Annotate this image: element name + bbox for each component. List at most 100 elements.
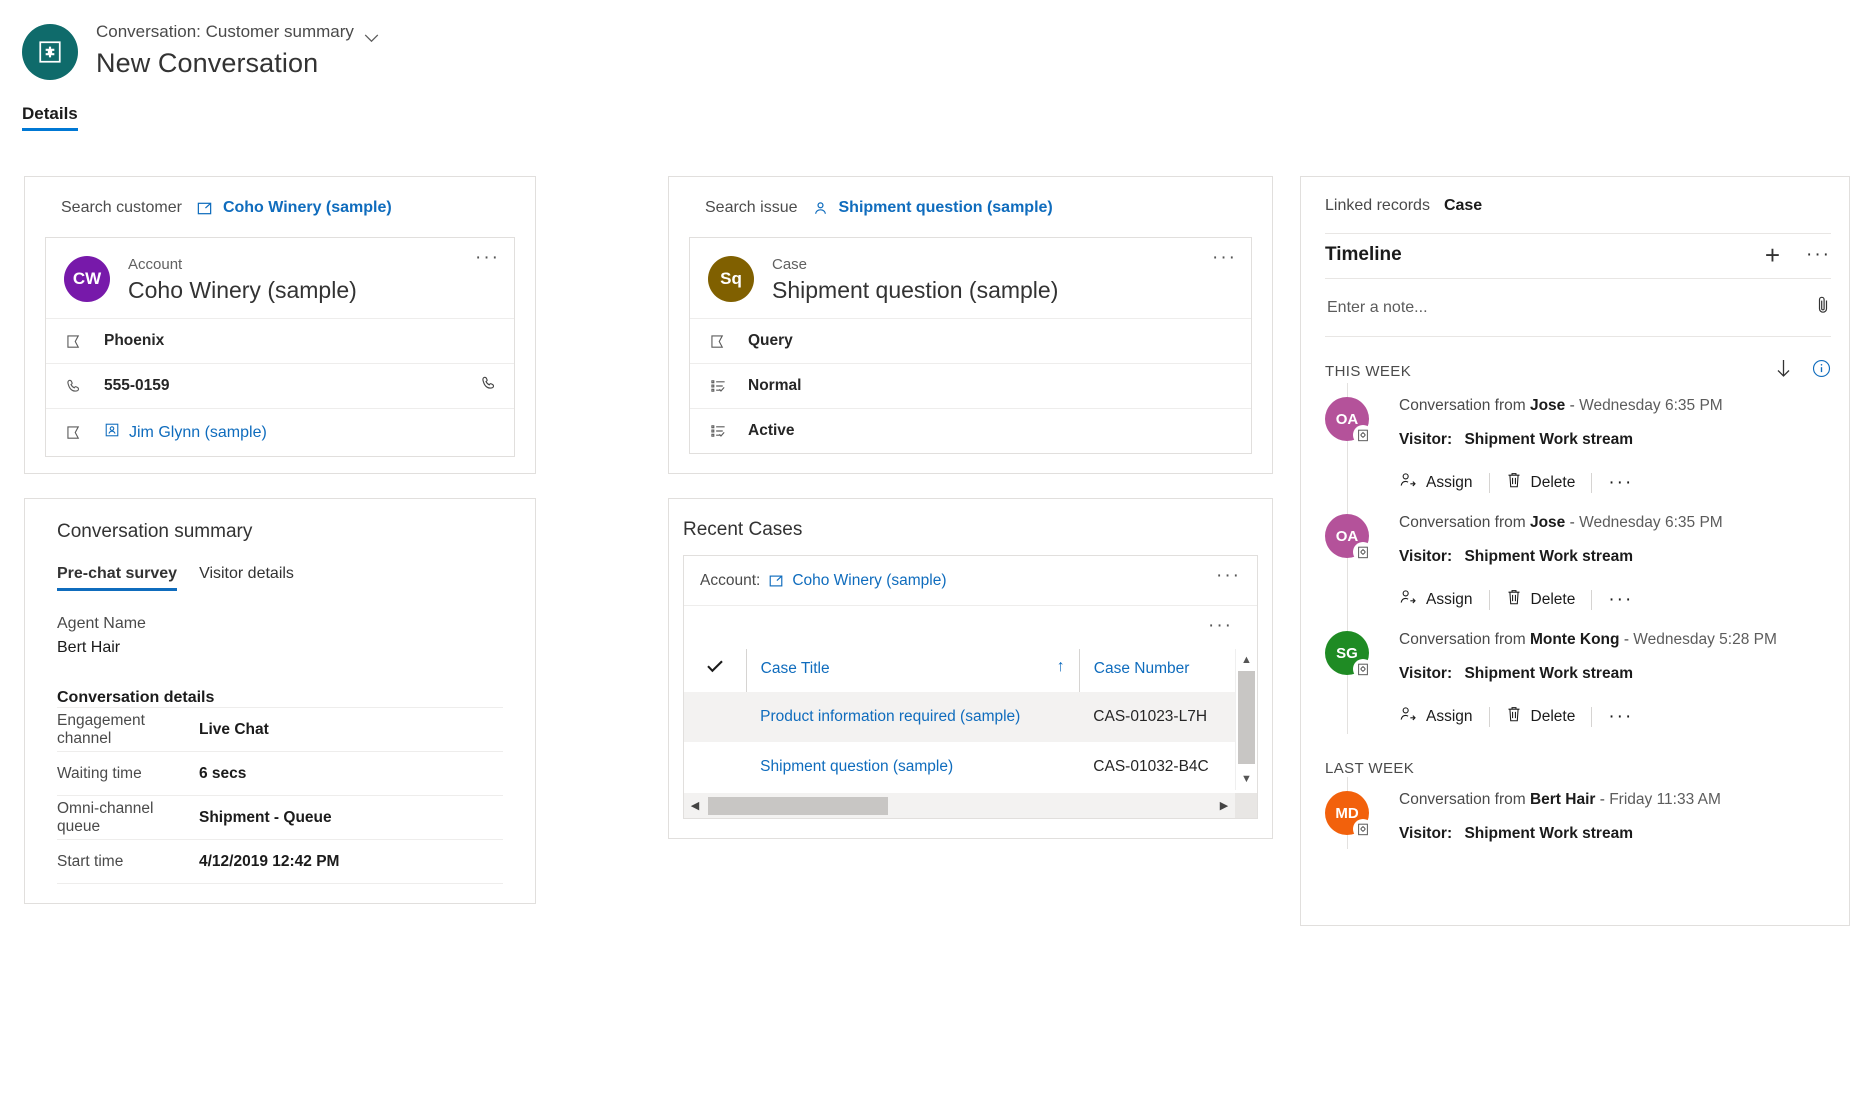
column-right: Linked records Case Timeline + ··· bbox=[1300, 176, 1850, 926]
select-all-checkbox[interactable] bbox=[684, 649, 746, 692]
case-entity-header: Sq Case Shipment question (sample) ··· bbox=[690, 238, 1251, 318]
trash-icon bbox=[1506, 588, 1522, 611]
search-customer-row[interactable]: Search customer Coho Winery (sample) bbox=[25, 177, 535, 237]
entity-name-label: Shipment question (sample) bbox=[772, 277, 1058, 304]
info-icon[interactable] bbox=[1812, 359, 1831, 383]
vertical-scroll-thumb[interactable] bbox=[1238, 671, 1255, 764]
case-title-link[interactable]: Product information required (sample) bbox=[760, 708, 1020, 725]
chevron-up-icon[interactable]: ▲ bbox=[1236, 649, 1257, 671]
chevron-left-icon[interactable]: ◀ bbox=[684, 799, 706, 812]
case-overflow-button[interactable]: ··· bbox=[1212, 252, 1237, 264]
paperclip-icon[interactable] bbox=[1815, 295, 1831, 320]
detail-key: Omni-channel queue bbox=[57, 800, 199, 836]
assign-button[interactable]: Assign bbox=[1399, 705, 1473, 728]
action-separator bbox=[1591, 590, 1592, 610]
tab-visitor-details[interactable]: Visitor details bbox=[199, 565, 294, 591]
breadcrumb[interactable]: Conversation: Customer summary bbox=[96, 22, 379, 42]
timeline-overflow-button[interactable]: ··· bbox=[1806, 250, 1831, 260]
timeline-item-actions: Assign Delete bbox=[1399, 705, 1849, 728]
detail-key: Start time bbox=[57, 853, 199, 871]
timeline-item-overflow-button[interactable]: ··· bbox=[1608, 712, 1633, 722]
timeline-author: Bert Hair bbox=[1530, 791, 1595, 808]
assign-button[interactable]: Assign bbox=[1399, 471, 1473, 494]
cell-case-title[interactable]: Shipment question (sample) bbox=[746, 742, 1079, 792]
delete-button[interactable]: Delete bbox=[1506, 471, 1576, 494]
entity-type-label: Account bbox=[128, 256, 357, 274]
conversation-summary-body: Agent Name Bert Hair Conversation detail… bbox=[25, 615, 535, 913]
grid-vertical-scrollbar[interactable]: ▲ ▼ bbox=[1235, 649, 1257, 790]
sort-ascending-icon[interactable]: ↑ bbox=[1057, 658, 1065, 676]
timeline-item-overflow-button[interactable]: ··· bbox=[1608, 478, 1633, 488]
detail-row: Start time 4/12/2019 12:42 PM bbox=[57, 839, 503, 883]
grid-horizontal-scrollbar[interactable]: ◀ ▶ bbox=[684, 792, 1257, 818]
customer-summary-panel: Search customer Coho Winery (sample) CW … bbox=[24, 176, 536, 474]
add-timeline-record-button[interactable]: + bbox=[1765, 246, 1780, 264]
timeline-time: Friday 11:33 AM bbox=[1609, 791, 1721, 808]
chevron-right-icon[interactable]: ▶ bbox=[1213, 799, 1235, 812]
issue-link[interactable]: Shipment question (sample) bbox=[839, 199, 1053, 217]
timeline-item[interactable]: OA Conversation from Jose - Wednesday 6:… bbox=[1325, 383, 1849, 500]
timeline-time: Wednesday 6:35 PM bbox=[1579, 397, 1723, 414]
tab-pre-chat-survey[interactable]: Pre-chat survey bbox=[57, 565, 177, 591]
detail-value: 4/12/2019 12:42 PM bbox=[199, 853, 339, 871]
timeline-item-overflow-button[interactable]: ··· bbox=[1608, 595, 1633, 605]
case-type-value: Query bbox=[748, 332, 793, 350]
visitor-label: Visitor: bbox=[1399, 825, 1452, 842]
column-header-label: Case Title bbox=[761, 660, 830, 677]
assign-person-icon bbox=[1399, 705, 1417, 728]
timeline-prefix: Conversation from bbox=[1399, 791, 1526, 808]
case-status-value: Active bbox=[748, 422, 795, 440]
tab-details[interactable]: Details bbox=[22, 104, 78, 131]
timeline-item[interactable]: SG Conversation from Monte Kong - Wednes… bbox=[1325, 617, 1849, 734]
timeline-group-label: THIS WEEK bbox=[1325, 363, 1775, 380]
table-row[interactable]: Shipment question (sample) CAS-01032-B4C bbox=[684, 742, 1257, 792]
timeline-item[interactable]: OA Conversation from Jose - Wednesday 6:… bbox=[1325, 500, 1849, 617]
delete-button[interactable]: Delete bbox=[1506, 705, 1576, 728]
app-root: Conversation: Customer summary New Conve… bbox=[0, 0, 1875, 1103]
arrow-down-icon[interactable] bbox=[1775, 359, 1792, 383]
account-entity-header: CW Account Coho Winery (sample) ··· bbox=[46, 238, 514, 318]
recent-cases-overflow-button[interactable]: ··· bbox=[1216, 570, 1241, 582]
column-header-case-number[interactable]: Case Number bbox=[1079, 649, 1257, 692]
timeline-prefix: Conversation from bbox=[1399, 514, 1526, 531]
cell-case-title[interactable]: Product information required (sample) bbox=[746, 692, 1079, 742]
timeline-item-actions: Assign Delete bbox=[1399, 588, 1849, 611]
account-overflow-button[interactable]: ··· bbox=[475, 252, 500, 264]
column-header-case-title[interactable]: Case Title ↑ bbox=[746, 649, 1079, 692]
phone-call-icon[interactable] bbox=[481, 375, 498, 397]
timeline-item-headline: Conversation from Monte Kong - Wednesday… bbox=[1399, 631, 1849, 649]
assign-label: Assign bbox=[1426, 708, 1473, 726]
timeline-dash: - bbox=[1600, 791, 1605, 808]
recent-cases-toolbar: ··· bbox=[684, 605, 1257, 649]
detail-value: Shipment - Queue bbox=[199, 809, 332, 827]
chevron-down-icon[interactable] bbox=[364, 28, 379, 37]
timeline-item[interactable]: MD Conversation from Bert Hair - Friday … bbox=[1325, 777, 1849, 849]
assign-button[interactable]: Assign bbox=[1399, 588, 1473, 611]
timeline-time: Wednesday 5:28 PM bbox=[1633, 631, 1777, 648]
search-issue-row[interactable]: Search issue Shipment question (sample) bbox=[669, 177, 1272, 237]
chevron-down-icon[interactable]: ▼ bbox=[1236, 768, 1257, 790]
action-separator bbox=[1489, 473, 1490, 493]
horizontal-scroll-thumb[interactable] bbox=[708, 797, 888, 815]
row-checkbox[interactable] bbox=[684, 692, 746, 742]
note-input[interactable] bbox=[1325, 298, 1815, 318]
trash-icon bbox=[1506, 705, 1522, 728]
delete-button[interactable]: Delete bbox=[1506, 588, 1576, 611]
table-row[interactable]: Product information required (sample) CA… bbox=[684, 692, 1257, 742]
delete-label: Delete bbox=[1531, 591, 1576, 609]
row-checkbox[interactable] bbox=[684, 742, 746, 792]
case-title-link[interactable]: Shipment question (sample) bbox=[760, 758, 953, 775]
detail-key: Waiting time bbox=[57, 765, 199, 783]
linked-records-value[interactable]: Case bbox=[1444, 197, 1482, 215]
breadcrumb-label: Conversation: Customer summary bbox=[96, 22, 354, 42]
timeline-note-row[interactable] bbox=[1325, 279, 1831, 337]
contact-person-icon bbox=[812, 200, 829, 217]
contact-link[interactable]: Jim Glynn (sample) bbox=[129, 424, 267, 442]
customer-link[interactable]: Coho Winery (sample) bbox=[223, 199, 392, 217]
timeline-item-visitor: Visitor: Shipment Work stream bbox=[1399, 431, 1849, 449]
account-field-contact: Jim Glynn (sample) bbox=[46, 408, 514, 456]
timeline-item-visitor: Visitor: Shipment Work stream bbox=[1399, 825, 1849, 843]
recent-cases-account-link[interactable]: Coho Winery (sample) bbox=[792, 572, 946, 590]
case-summary-panel: Search issue Shipment question (sample) … bbox=[668, 176, 1273, 474]
recent-cases-toolbar-overflow-button[interactable]: ··· bbox=[1208, 620, 1233, 632]
